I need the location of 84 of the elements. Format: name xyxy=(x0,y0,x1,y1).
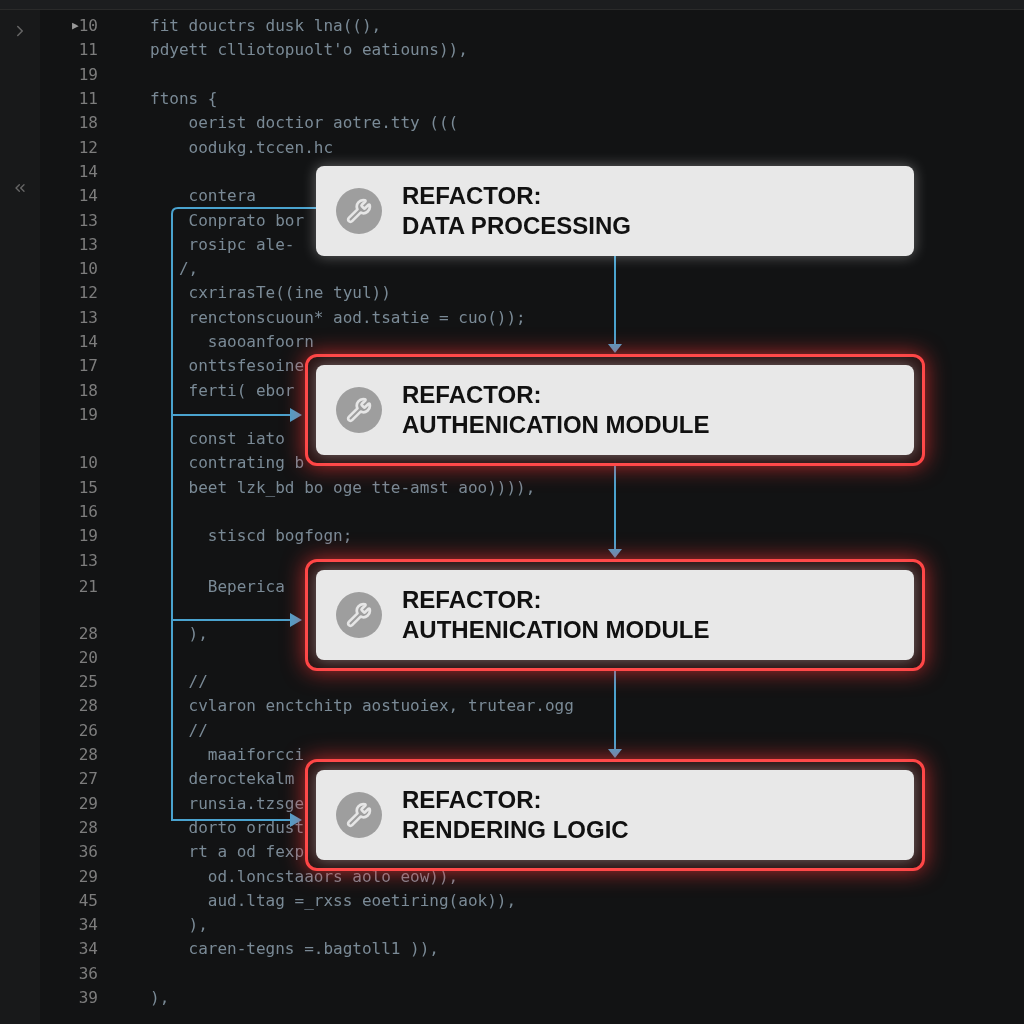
line-number: 28 xyxy=(78,622,98,645)
line-number: 18 xyxy=(78,112,98,135)
code-line: Conprato bor xyxy=(187,209,305,232)
wrench-icon xyxy=(336,188,382,234)
code-line: Beperica xyxy=(206,575,285,598)
line-number: 12 xyxy=(78,282,98,305)
code-line: /, xyxy=(177,258,199,281)
code-line: contrating b xyxy=(187,452,305,475)
line-number: 45 xyxy=(78,889,98,912)
line-number: 34 xyxy=(78,914,98,937)
line-number: 14 xyxy=(78,185,98,208)
line-number: 26 xyxy=(78,719,98,742)
code-line: caren-tegns =.bagtoll1 )), xyxy=(187,938,439,961)
code-line: rt a od fexp xyxy=(187,841,305,864)
code-line: rosipc ale- xyxy=(187,233,295,256)
line-number: 12 xyxy=(78,136,98,159)
line-number: 11 xyxy=(78,88,98,111)
line-number: 15 xyxy=(78,476,98,499)
code-line: // xyxy=(187,671,208,694)
line-number: 14 xyxy=(78,160,98,183)
card-label: REFACTOR: xyxy=(402,585,543,615)
code-line: ), xyxy=(150,987,170,1009)
code-line: contera xyxy=(187,185,256,208)
line-number: 10 xyxy=(78,15,98,38)
line-number: 13 xyxy=(78,549,98,572)
line-number: 13 xyxy=(78,233,98,256)
code-line: // xyxy=(187,719,208,742)
code-line: const iato xyxy=(187,428,285,451)
line-number: 21 xyxy=(78,575,98,598)
wrench-icon xyxy=(336,592,382,638)
card-label: REFACTOR: xyxy=(402,380,543,410)
line-number: 39 xyxy=(78,987,98,1009)
code-line: aud.ltag =_rxss eoetiring(aok)), xyxy=(206,889,517,912)
code-line: deroctekalm xyxy=(187,768,295,791)
code-line: pdyett clliotopuolt'o eatiouns)), xyxy=(150,39,468,62)
line-number: 10 xyxy=(78,452,98,475)
code-line: oodukg.tccen.hc xyxy=(187,136,334,159)
line-number: 36 xyxy=(78,841,98,864)
line-number: 29 xyxy=(78,792,98,815)
line-number: 19 xyxy=(78,403,98,426)
line-number: 19 xyxy=(78,525,98,548)
code-line: stiscd bogfogn; xyxy=(206,525,353,548)
line-number: 28 xyxy=(78,744,98,767)
line-number: 29 xyxy=(78,865,98,888)
wrench-icon xyxy=(336,792,382,838)
line-number: 17 xyxy=(78,355,98,378)
line-marker: ▶ xyxy=(72,17,79,34)
card-label: REFACTOR: xyxy=(402,181,543,211)
code-line: maaiforcci xyxy=(206,744,305,767)
line-number: 25 xyxy=(78,671,98,694)
line-number: 11 xyxy=(78,39,98,62)
line-number: 27 xyxy=(78,768,98,791)
line-number: 10 xyxy=(78,258,98,281)
line-number: 28 xyxy=(78,695,98,718)
code-line: fit douctrs dusk lna((), xyxy=(150,15,382,38)
code-line: ferti( ebor xyxy=(187,379,295,402)
line-number: 16 xyxy=(78,501,98,524)
code-line: renctonscuoun* aod.tsatie = cuo()); xyxy=(187,306,526,329)
code-line: ), xyxy=(187,914,208,937)
code-line: ftons { xyxy=(150,88,218,111)
code-line: dorto ordust xyxy=(187,816,305,839)
card-title: RENDERING LOGIC xyxy=(402,815,629,845)
line-number: 18 xyxy=(78,379,98,402)
code-line: beet lzk_bd bo oge tte-amst aoo)))), xyxy=(187,476,536,499)
card-label: REFACTOR: xyxy=(402,785,543,815)
code-line: cxrirasTe((ine tyul)) xyxy=(187,282,391,305)
line-number: 20 xyxy=(78,646,98,669)
line-number: 13 xyxy=(78,306,98,329)
card-title: AUTHENICATION MODULE xyxy=(402,410,710,440)
code-line: cvlaron enctchitp aostuoiex, trutear.ogg xyxy=(187,695,574,718)
code-line: ), xyxy=(187,622,208,645)
code-line: od.loncstaaors aolo eow)), xyxy=(206,865,459,888)
card-title: AUTHENICATION MODULE xyxy=(402,615,710,645)
code-line: oerist doctior aotre.tty ((( xyxy=(187,112,459,135)
line-number: 34 xyxy=(78,938,98,961)
line-number: 14 xyxy=(78,331,98,353)
line-number: 28 xyxy=(78,816,98,839)
code-line: saooanfoorn xyxy=(206,331,314,353)
wrench-icon xyxy=(336,387,382,433)
line-number: 36 xyxy=(78,962,98,985)
line-number: 19 xyxy=(78,63,98,86)
card-title: DATA PROCESSING xyxy=(402,211,631,241)
code-line: onttsfesoine xyxy=(187,355,305,378)
line-number: 13 xyxy=(78,209,98,232)
